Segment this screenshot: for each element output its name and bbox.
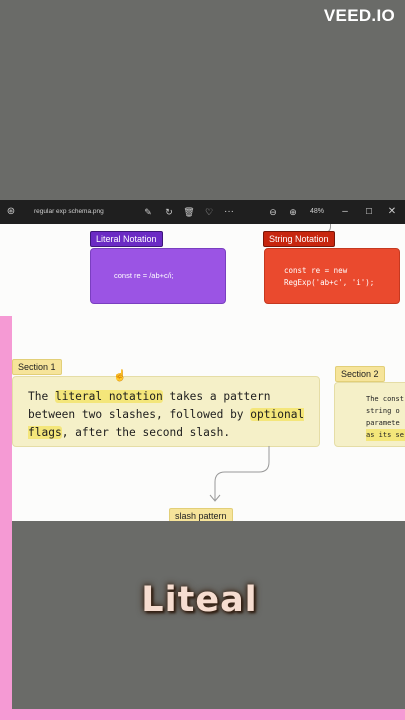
pink-border-bottom [12, 709, 405, 720]
literal-notation-tag: Literal Notation [90, 231, 163, 247]
pink-border-left [0, 316, 12, 720]
section-1-text-part: , after the second slash. [61, 426, 231, 439]
heart-icon[interactable]: ♡ [203, 200, 215, 224]
zoom-out-icon[interactable]: ⊖ [267, 200, 279, 224]
delete-icon[interactable]: 🗑 [183, 200, 195, 224]
section-2-line: string o [366, 407, 400, 415]
diagram-canvas: Literal Notation const re = /ab+c/i; Str… [0, 224, 405, 521]
close-icon[interactable]: ✕ [386, 200, 398, 224]
more-icon[interactable]: ··· [222, 200, 236, 224]
slash-pattern-tag: slash pattern [169, 508, 233, 521]
rotate-icon[interactable]: ↻ [163, 200, 175, 224]
section-2-line: as its se [366, 429, 405, 441]
video-top-area [0, 0, 405, 200]
section-2-text: The const string o paramete as its se [366, 393, 405, 441]
watermark: VEED.IO [323, 6, 395, 25]
literal-code: const re = /ab+c/i; [114, 271, 174, 280]
section-1-text: The literal notation takes a pattern bet… [28, 388, 313, 442]
section-2-tag: Section 2 [335, 366, 385, 382]
section-1-box: The literal notation takes a pattern bet… [12, 376, 320, 447]
image-viewer-toolbar: ⊛ regular exp schema.png ✎ ↻ 🗑 ♡ ··· ⊖ ⊕… [0, 200, 405, 224]
section-1-text-part: The [28, 390, 55, 403]
caption-text: Liteal [141, 580, 258, 620]
string-code-line-1: const re = new [284, 266, 348, 275]
literal-code-box: const re = /ab+c/i; [90, 248, 226, 304]
zoom-in-icon[interactable]: ⊕ [287, 200, 299, 224]
maximize-icon[interactable]: ☐ [363, 200, 375, 224]
file-name: regular exp schema.png [34, 208, 104, 215]
section-1-tag: Section 1 [12, 359, 62, 375]
mouse-cursor-icon: ☝ [113, 370, 127, 382]
app-icon[interactable]: ⊛ [4, 200, 18, 224]
string-code-box: const re = new RegExp('ab+c', 'i'); [264, 248, 400, 304]
section-2-line: The const [366, 395, 404, 403]
minimize-icon[interactable]: – [339, 200, 351, 224]
edit-icon[interactable]: ✎ [142, 200, 154, 224]
string-notation-tag: String Notation [263, 231, 335, 247]
section-2-box: The const string o paramete as its se [334, 382, 405, 447]
flow-arrow [209, 446, 270, 502]
highlight-literal-notation: literal notation [54, 390, 163, 403]
string-code-line-2: RegExp('ab+c', 'i'); [284, 278, 375, 287]
section-2-line: paramete [366, 419, 400, 427]
zoom-level: 48% [309, 208, 324, 215]
